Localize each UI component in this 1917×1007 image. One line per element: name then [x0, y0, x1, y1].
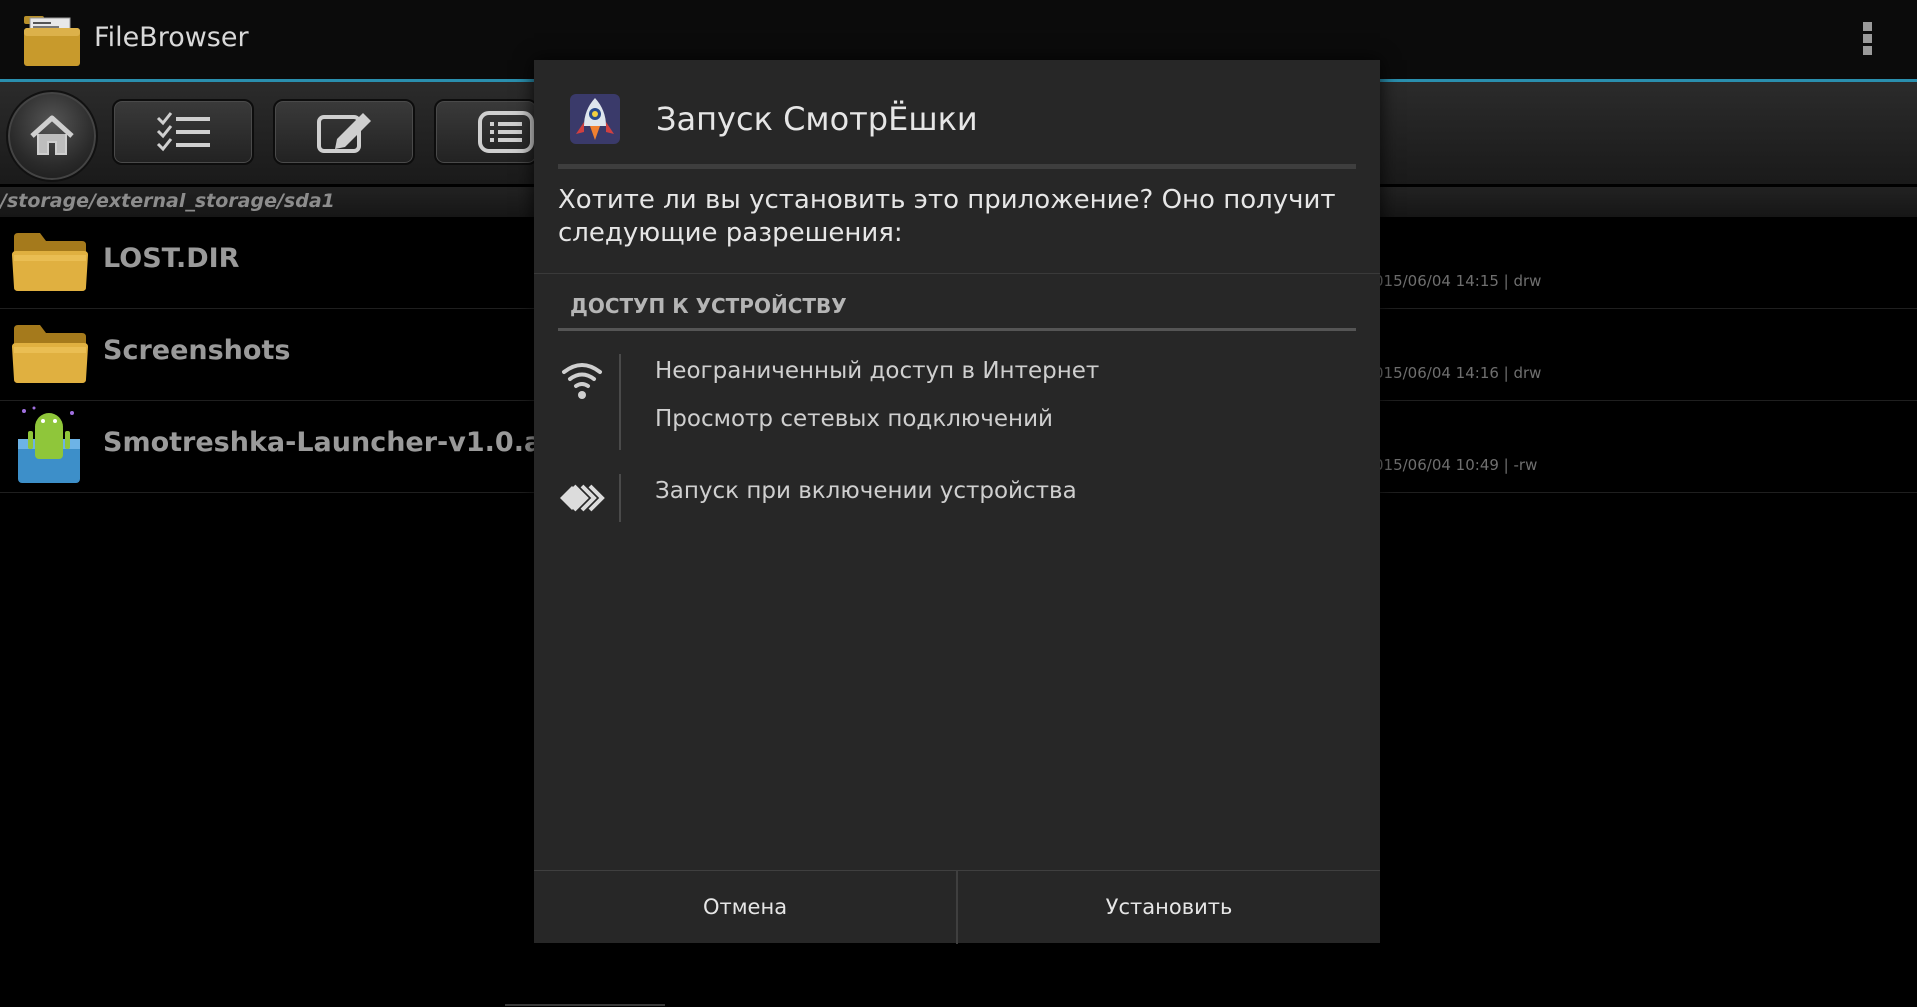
- file-name: LOST.DIR: [103, 243, 240, 274]
- dialog-header: Запуск СмотрЁшки: [558, 60, 1356, 169]
- home-icon: [30, 115, 74, 155]
- checklist-icon: [156, 112, 210, 152]
- permission-item: Запуск при включении устройства: [655, 478, 1077, 504]
- filebrowser-folder-icon: [22, 10, 82, 68]
- section-title: ДОСТУП К УСТРОЙСТВУ: [570, 294, 847, 318]
- apk-android-icon: [14, 405, 84, 489]
- file-meta: 015/06/04 10:49 | -rw: [1374, 456, 1538, 474]
- file-name: Smotreshka-Launcher-v1.0.apk: [103, 427, 580, 458]
- current-path: /storage/external_storage/sda1: [0, 190, 335, 212]
- android-screen: FileBrowser /storage/external_storage/sd…: [0, 0, 1917, 1007]
- edit-icon: [317, 113, 371, 153]
- permission-divider: [619, 474, 621, 522]
- permission-group-boot: Запуск при включении устройства: [558, 474, 1356, 522]
- app-title: FileBrowser: [94, 22, 249, 53]
- permission-item: Неограниченный доступ в Интернет: [655, 358, 1100, 384]
- install-dialog: Запуск СмотрЁшки Хотите ли вы установить…: [534, 60, 1380, 944]
- dialog-button-bar: Отмена Установить: [534, 870, 1380, 944]
- wifi-icon: [558, 358, 606, 406]
- overflow-menu-icon[interactable]: [1855, 22, 1879, 62]
- permission-group-network: Неограниченный доступ в Интернет Просмот…: [558, 354, 1356, 450]
- dialog-title: Запуск СмотрЁшки: [656, 100, 978, 138]
- install-question: Хотите ли вы установить это приложение? …: [558, 185, 1336, 248]
- file-name: Screenshots: [103, 335, 291, 366]
- boot-arrows-icon: [558, 480, 606, 528]
- permission-item: Просмотр сетевых подключений: [655, 406, 1053, 432]
- cancel-button[interactable]: Отмена: [534, 871, 956, 944]
- multi-select-button[interactable]: [112, 99, 254, 165]
- question-divider: [534, 273, 1380, 274]
- folder-icon: [10, 321, 90, 391]
- home-button[interactable]: [6, 90, 98, 182]
- list-icon: [478, 111, 534, 153]
- list-view-button[interactable]: [434, 99, 538, 165]
- install-button[interactable]: Установить: [958, 871, 1380, 944]
- bottom-divider: [505, 1004, 665, 1006]
- file-meta: 015/06/04 14:15 | drw: [1374, 272, 1542, 290]
- file-meta: 015/06/04 14:16 | drw: [1374, 364, 1542, 382]
- permission-divider: [619, 354, 621, 450]
- folder-icon: [10, 229, 90, 299]
- rocket-app-icon: [570, 94, 620, 144]
- permission-section-header: ДОСТУП К УСТРОЙСТВУ: [558, 286, 1356, 331]
- edit-button[interactable]: [273, 99, 415, 165]
